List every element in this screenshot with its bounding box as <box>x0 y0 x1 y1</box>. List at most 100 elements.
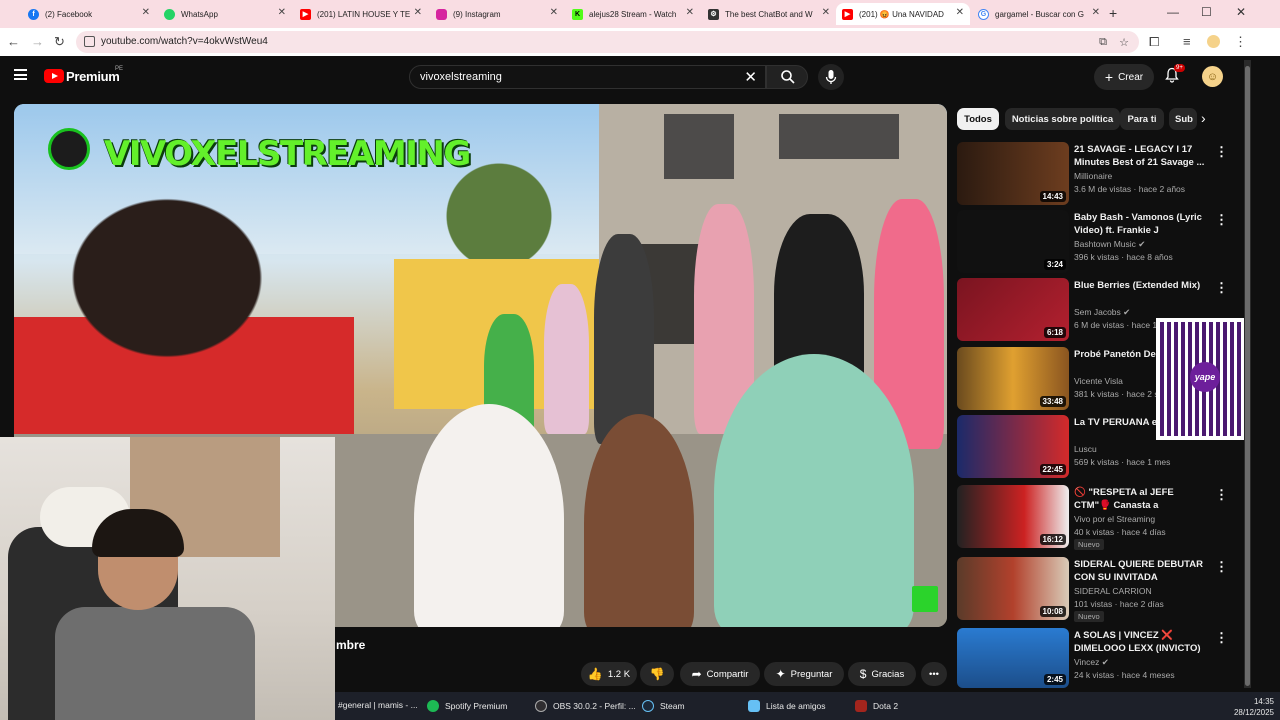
dislike-button[interactable]: 👎 <box>640 662 674 686</box>
search-button[interactable] <box>766 65 808 89</box>
recommendation-item[interactable]: 2:45 A SOLAS | VINCEZ ❌ DIMELOOO LEXX (I… <box>957 628 1237 688</box>
tab-chatbot[interactable]: ⚙ The best ChatBot and W ✕ <box>702 3 836 25</box>
back-arrow-icon[interactable]: ← <box>7 34 20 49</box>
close-icon[interactable]: ✕ <box>686 7 694 18</box>
video-thumbnail[interactable]: 10:08 <box>957 557 1069 620</box>
search-input[interactable]: vivoxelstreaming ✕ <box>409 65 766 89</box>
taskbar-item-spotify[interactable]: Spotify Premium <box>427 700 507 712</box>
more-options-icon[interactable]: ⋮ <box>1215 630 1228 646</box>
recommendation-item[interactable]: 3:24 Baby Bash - Vamonos (Lyric Video) f… <box>957 210 1237 275</box>
recommendation-channel[interactable]: Vicente Visla <box>1074 376 1123 386</box>
like-button[interactable]: 👍 1.2 K <box>581 662 637 686</box>
chip-for-you[interactable]: Para ti <box>1120 108 1164 130</box>
video-thumbnail[interactable]: 2:45 <box>957 628 1069 688</box>
task-label: #general | mamis - ... <box>338 700 418 710</box>
recommendation-channel[interactable]: Millionaire <box>1074 171 1112 181</box>
channel-watermark-icon[interactable] <box>912 586 938 612</box>
tab-facebook[interactable]: f (2) Facebook ✕ <box>22 3 156 25</box>
tab-google-search[interactable]: G gargamel - Buscar con G ✕ <box>972 3 1106 25</box>
brand-label[interactable]: Premium <box>66 69 120 84</box>
tab-youtube-latin-house[interactable]: ▶ (201) LATIN HOUSE Y TE ✕ <box>294 3 428 25</box>
search-query[interactable]: vivoxelstreaming <box>420 71 502 83</box>
reload-icon[interactable]: ↻ <box>54 34 65 50</box>
video-thumbnail[interactable]: 33:48 <box>957 347 1069 410</box>
maximize-button[interactable]: ☐ <box>1201 5 1212 19</box>
taskbar-item-friends[interactable]: Lista de amigos <box>748 700 826 712</box>
site-info-icon[interactable] <box>84 36 95 47</box>
recommendation-title[interactable]: SIDERAL QUIERE DEBUTAR CON SU INVITADA E… <box>1074 558 1206 585</box>
recommendation-title[interactable]: Baby Bash - Vamonos (Lyric Video) ft. Fr… <box>1074 211 1206 237</box>
window-close-button[interactable]: ✕ <box>1236 5 1246 19</box>
more-options-icon[interactable]: ⋮ <box>1215 212 1228 228</box>
taskbar-item-obs[interactable]: OBS 30.0.2 - Perfil: ... <box>535 700 636 712</box>
close-icon[interactable]: ✕ <box>956 7 964 18</box>
chip-all[interactable]: Todos <box>957 108 999 130</box>
more-options-icon[interactable]: ⋮ <box>1215 280 1228 296</box>
reading-list-icon[interactable]: ≡ <box>1183 34 1191 49</box>
account-avatar[interactable]: ☺ <box>1202 66 1223 87</box>
close-icon[interactable]: ✕ <box>142 7 150 18</box>
new-tab-button[interactable]: + <box>1109 5 1117 21</box>
close-icon[interactable]: ✕ <box>414 7 422 18</box>
youtube-logo-icon[interactable] <box>44 69 64 83</box>
video-thumbnail[interactable]: 22:45 <box>957 415 1069 478</box>
bookmark-star-icon[interactable]: ☆ <box>1119 36 1129 49</box>
more-options-icon[interactable]: ⋮ <box>1215 487 1228 503</box>
create-button[interactable]: + Crear <box>1094 64 1154 90</box>
clear-search-icon[interactable]: ✕ <box>744 68 757 86</box>
recommendation-channel[interactable]: SIDERAL CARRION <box>1074 586 1152 596</box>
close-icon[interactable]: ✕ <box>278 7 286 18</box>
taskbar-item-discord[interactable]: #general | mamis - ... <box>338 700 418 710</box>
close-icon[interactable]: ✕ <box>550 7 558 18</box>
recommendation-title[interactable]: A SOLAS | VINCEZ ❌ DIMELOOO LEXX (INVICT… <box>1074 629 1206 655</box>
hamburger-menu-icon[interactable] <box>14 69 27 80</box>
profile-avatar-icon[interactable] <box>1207 35 1220 48</box>
voice-search-button[interactable] <box>818 64 844 90</box>
more-actions-button[interactable]: ••• <box>921 662 947 686</box>
share-arrow-icon: ➦ <box>691 667 702 681</box>
ask-button[interactable]: ✦ Preguntar <box>764 662 844 686</box>
taskbar-item-steam[interactable]: Steam <box>642 700 685 712</box>
tab-whatsapp[interactable]: WhatsApp ✕ <box>158 3 292 25</box>
scrollbar-thumb[interactable] <box>1245 66 1250 686</box>
tab-instagram[interactable]: (9) Instagram ✕ <box>430 3 564 25</box>
taskbar-item-dota[interactable]: Dota 2 <box>855 700 898 712</box>
recommendation-channel[interactable]: Luscu <box>1074 444 1097 454</box>
recommendation-item[interactable]: 10:08 SIDERAL QUIERE DEBUTAR CON SU INVI… <box>957 557 1237 627</box>
recommendation-title[interactable]: 🚫 "RESPETA al JEFE CTM"🥊 Canasta a CLIPE… <box>1074 486 1206 513</box>
browser-menu-icon[interactable]: ⋮ <box>1234 34 1247 50</box>
video-thumbnail[interactable]: 3:24 <box>957 210 1069 273</box>
video-thumbnail[interactable]: 16:12 <box>957 485 1069 548</box>
forward-arrow-icon[interactable]: → <box>31 34 44 49</box>
share-button[interactable]: ➦ Compartir <box>680 662 760 686</box>
system-clock[interactable]: 14:35 28/12/2025 <box>1234 696 1274 718</box>
recommendation-title[interactable]: Blue Berries (Extended Mix) <box>1074 279 1206 292</box>
recommendation-channel[interactable]: Bashtown Music ✔ <box>1074 239 1145 250</box>
close-icon[interactable]: ✕ <box>822 7 830 18</box>
recommendation-channel[interactable]: Sem Jacobs ✔ <box>1074 307 1130 318</box>
recommendation-item[interactable]: 14:43 21 SAVAGE - LEGACY I 17 Minutes Be… <box>957 142 1237 207</box>
video-thumbnail[interactable]: 6:18 <box>957 278 1069 341</box>
notification-count-badge: 9+ <box>1174 64 1185 72</box>
url-field[interactable]: youtube.com/watch?v=4okvWstWeu4 ⧉ ☆ <box>76 31 1139 53</box>
close-icon[interactable]: ✕ <box>1092 7 1100 18</box>
cast-icon[interactable]: ⧉ <box>1099 36 1107 49</box>
thanks-button[interactable]: $ Gracias <box>848 662 916 686</box>
recommendation-channel[interactable]: Vivo por el Streaming <box>1074 514 1155 524</box>
recommendation-meta: 24 k vistas · hace 4 meses <box>1074 670 1175 680</box>
tab-kick-stream[interactable]: K alejus28 Stream - Watch ✕ <box>566 3 700 25</box>
chevron-right-icon[interactable]: › <box>1201 110 1206 126</box>
chip-politics-news[interactable]: Noticias sobre política <box>1005 108 1120 130</box>
url-text[interactable]: youtube.com/watch?v=4okvWstWeu4 <box>101 36 268 47</box>
recommendation-title[interactable]: 21 SAVAGE - LEGACY I 17 Minutes Best of … <box>1074 143 1206 169</box>
extensions-icon[interactable]: ⧠ <box>1149 34 1159 50</box>
video-thumbnail[interactable]: 14:43 <box>957 142 1069 205</box>
chip-subscriptions[interactable]: Sub <box>1169 108 1197 130</box>
recommendation-channel[interactable]: Vincez ✔ <box>1074 657 1109 668</box>
video-frame-person <box>544 284 589 434</box>
more-options-icon[interactable]: ⋮ <box>1215 144 1228 160</box>
more-options-icon[interactable]: ⋮ <box>1215 559 1228 575</box>
minimize-button[interactable]: — <box>1167 5 1179 19</box>
tab-youtube-navidad-active[interactable]: ▶ (201) 😡 Una NAVIDAD ✕ <box>836 3 970 25</box>
recommendation-item[interactable]: 16:12 🚫 "RESPETA al JEFE CTM"🥊 Canasta a… <box>957 485 1237 555</box>
